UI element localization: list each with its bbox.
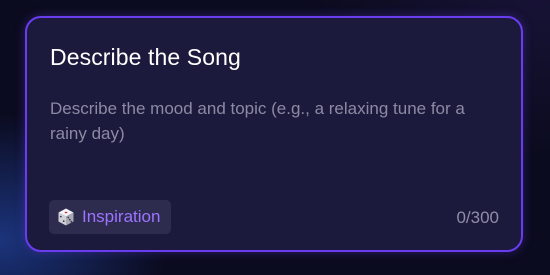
song-description-input[interactable] bbox=[50, 96, 480, 166]
character-count: 0/300 bbox=[456, 208, 499, 227]
dice-icon bbox=[58, 208, 74, 226]
card-title: Describe the Song bbox=[50, 44, 241, 70]
inspiration-button[interactable]: Inspiration bbox=[49, 200, 172, 234]
inspiration-label: Inspiration bbox=[82, 207, 161, 226]
describe-song-card: Describe the Song Inspiration 0/300 bbox=[25, 16, 523, 252]
